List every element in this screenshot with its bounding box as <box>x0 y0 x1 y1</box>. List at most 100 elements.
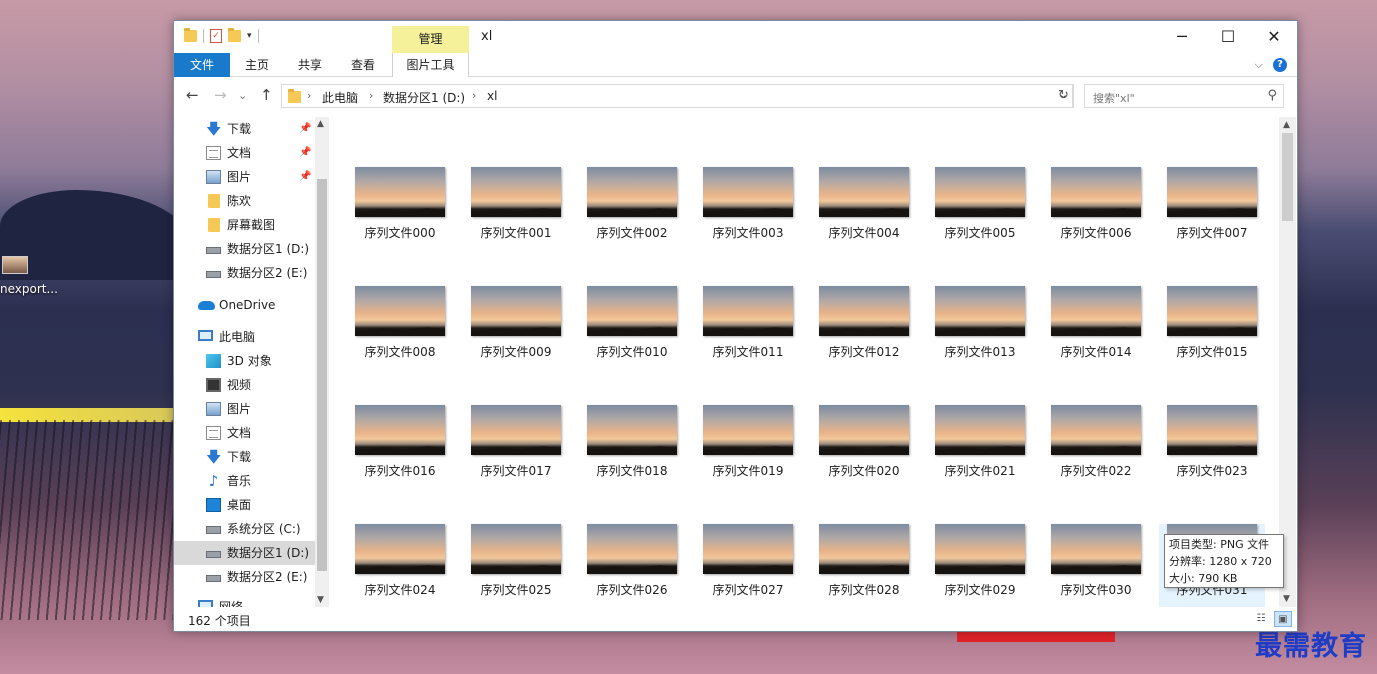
sidebar-item-onedrive[interactable]: OneDrive <box>174 293 315 317</box>
file-tile[interactable]: 序列文件019 <box>695 405 801 505</box>
sidebar-item-music[interactable]: ♪ 音乐 <box>174 469 315 493</box>
file-thumbnail[interactable] <box>819 286 909 336</box>
file-tile[interactable]: 序列文件022 <box>1043 405 1149 505</box>
breadcrumb-drive-d[interactable]: 数据分区1 (D:) <box>383 89 465 106</box>
file-tile[interactable]: 序列文件024 <box>347 524 453 607</box>
maximize-button[interactable]: ☐ <box>1205 21 1251 53</box>
file-thumbnail[interactable] <box>935 405 1025 455</box>
file-name[interactable]: 序列文件017 <box>463 462 569 479</box>
file-name[interactable]: 序列文件007 <box>1159 224 1265 241</box>
file-thumbnail[interactable] <box>1051 286 1141 336</box>
file-name[interactable]: 序列文件001 <box>463 224 569 241</box>
file-thumbnail[interactable] <box>935 286 1025 336</box>
file-tile[interactable]: 序列文件020 <box>811 405 917 505</box>
file-thumbnail[interactable] <box>819 405 909 455</box>
file-tile[interactable]: 序列文件026 <box>579 524 685 607</box>
file-thumbnail[interactable] <box>587 524 677 574</box>
file-thumbnail[interactable] <box>471 167 561 217</box>
file-tile[interactable]: 序列文件009 <box>463 286 569 386</box>
file-name[interactable]: 序列文件013 <box>927 343 1033 360</box>
file-name[interactable]: 序列文件019 <box>695 462 801 479</box>
sidebar-item-this-pc[interactable]: 此电脑 <box>174 325 315 349</box>
file-tile[interactable]: 序列文件005 <box>927 167 1033 267</box>
title-bar[interactable]: ✓ ▾ 管理 xl <box>174 21 1297 53</box>
file-tile[interactable]: 序列文件014 <box>1043 286 1149 386</box>
file-thumbnail[interactable] <box>1051 524 1141 574</box>
large-icons-view-icon[interactable]: ▣ <box>1274 611 1292 627</box>
file-name[interactable]: 序列文件018 <box>579 462 685 479</box>
file-tile[interactable]: 序列文件004 <box>811 167 917 267</box>
file-tile[interactable]: 序列文件007 <box>1159 167 1265 267</box>
file-name[interactable]: 序列文件030 <box>1043 581 1149 598</box>
tab-picture-tools[interactable]: 图片工具 <box>392 53 469 77</box>
scroll-up-icon[interactable]: ▲ <box>317 119 324 129</box>
file-name[interactable]: 序列文件006 <box>1043 224 1149 241</box>
file-tile[interactable]: 序列文件021 <box>927 405 1033 505</box>
properties-icon[interactable]: ✓ <box>210 29 222 43</box>
file-thumbnail[interactable] <box>703 405 793 455</box>
file-thumbnail[interactable] <box>935 167 1025 217</box>
file-thumbnail[interactable] <box>703 286 793 336</box>
file-name[interactable]: 序列文件000 <box>347 224 453 241</box>
file-thumbnail[interactable] <box>703 524 793 574</box>
recent-locations-chevron-icon[interactable]: ⌄ <box>238 89 247 102</box>
file-name[interactable]: 序列文件022 <box>1043 462 1149 479</box>
file-tile[interactable]: 序列文件006 <box>1043 167 1149 267</box>
breadcrumb-separator[interactable]: › <box>307 89 311 102</box>
file-thumbnail[interactable] <box>1167 405 1257 455</box>
file-name[interactable]: 序列文件005 <box>927 224 1033 241</box>
file-thumbnail[interactable] <box>703 167 793 217</box>
sidebar-item-drive-c[interactable]: 系统分区 (C:) <box>174 517 315 541</box>
search-icon[interactable]: ⚲ <box>1267 88 1277 103</box>
file-tile[interactable]: 序列文件027 <box>695 524 801 607</box>
file-name[interactable]: 序列文件008 <box>347 343 453 360</box>
file-thumbnail[interactable] <box>587 167 677 217</box>
file-tile[interactable]: 序列文件030 <box>1043 524 1149 607</box>
file-thumbnail[interactable] <box>471 286 561 336</box>
scroll-down-icon[interactable]: ▼ <box>1283 594 1290 604</box>
sidebar-item-documents[interactable]: 文档 <box>174 421 315 445</box>
forward-arrow-icon[interactable]: → <box>214 86 227 104</box>
sidebar-item-drive-e[interactable]: 数据分区2 (E:) <box>174 261 315 285</box>
file-tile[interactable]: 序列文件010 <box>579 286 685 386</box>
file-name[interactable]: 序列文件023 <box>1159 462 1265 479</box>
file-thumbnail[interactable] <box>471 405 561 455</box>
search-input[interactable]: 搜索"xl" ⚲ <box>1084 84 1284 108</box>
file-name[interactable]: 序列文件003 <box>695 224 801 241</box>
file-name[interactable]: 序列文件028 <box>811 581 917 598</box>
file-name[interactable]: 序列文件027 <box>695 581 801 598</box>
minimize-button-alt[interactable]: ─ <box>1159 21 1205 53</box>
file-name[interactable]: 序列文件011 <box>695 343 801 360</box>
sidebar-scroll-thumb[interactable] <box>317 179 327 571</box>
file-tile[interactable]: 序列文件018 <box>579 405 685 505</box>
file-tile[interactable]: 序列文件008 <box>347 286 453 386</box>
file-tile[interactable]: 序列文件017 <box>463 405 569 505</box>
expand-ribbon-icon[interactable]: ⌵ <box>1255 58 1263 72</box>
file-tile[interactable]: 序列文件029 <box>927 524 1033 607</box>
file-name[interactable]: 序列文件029 <box>927 581 1033 598</box>
file-tile[interactable]: 序列文件015 <box>1159 286 1265 386</box>
file-tile[interactable]: 序列文件012 <box>811 286 917 386</box>
sidebar-item-drive-d[interactable]: 数据分区1 (D:) <box>174 237 315 261</box>
file-name[interactable]: 序列文件014 <box>1043 343 1149 360</box>
breadcrumb-separator[interactable]: › <box>369 89 373 102</box>
address-bar[interactable]: › 此电脑 › 数据分区1 (D:) › xl ⌄ <box>281 84 1073 108</box>
file-thumbnail[interactable] <box>355 524 445 574</box>
up-arrow-icon[interactable]: ↑ <box>260 86 273 104</box>
file-name[interactable]: 序列文件016 <box>347 462 453 479</box>
file-name[interactable]: 序列文件020 <box>811 462 917 479</box>
refresh-icon[interactable]: ↻ <box>1054 84 1074 108</box>
breadcrumb-this-pc[interactable]: 此电脑 <box>322 89 358 106</box>
sidebar-item-documents-pinned[interactable]: 文档 📌 <box>174 141 315 165</box>
file-name[interactable]: 序列文件015 <box>1159 343 1265 360</box>
file-thumbnail[interactable] <box>1051 167 1141 217</box>
file-name[interactable]: 序列文件004 <box>811 224 917 241</box>
file-thumbnail[interactable] <box>1051 405 1141 455</box>
content-scroll-thumb[interactable] <box>1282 133 1293 221</box>
sidebar-item-network[interactable]: 网络 <box>174 595 315 607</box>
file-tile[interactable]: 序列文件016 <box>347 405 453 505</box>
file-tile[interactable]: 序列文件023 <box>1159 405 1265 505</box>
file-name[interactable]: 序列文件009 <box>463 343 569 360</box>
back-arrow-icon[interactable]: ← <box>186 86 199 104</box>
sidebar-scrollbar[interactable]: ▲ ▼ <box>315 117 329 607</box>
